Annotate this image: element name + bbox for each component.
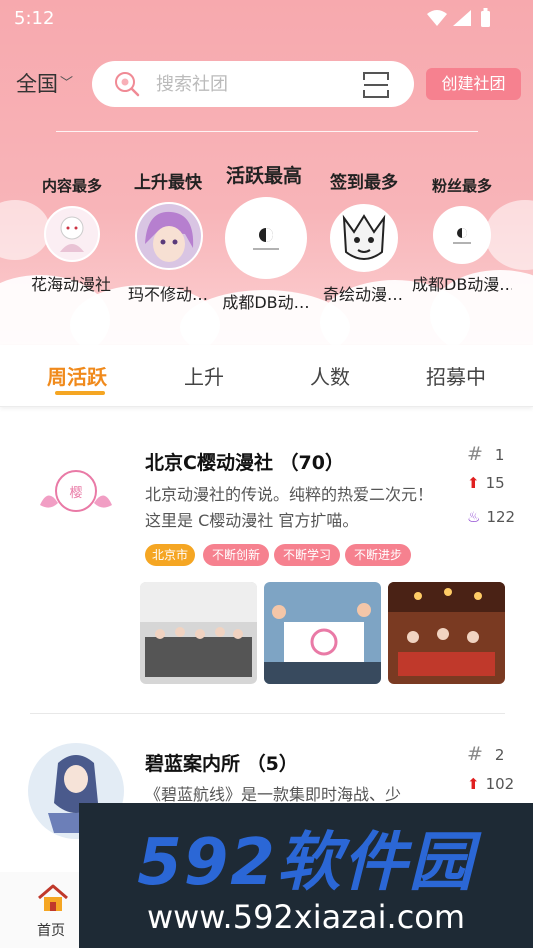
scan-icon[interactable] [363,72,389,98]
club-logo-icon [435,208,489,262]
ranking-title: 粉丝最多 [432,177,493,195]
signal-icon [453,10,471,26]
club-logo-icon [227,199,305,277]
create-club-button[interactable]: 创建社团 [426,68,521,100]
svg-text:樱: 樱 [69,485,82,501]
hash-icon: # [467,443,483,465]
ranking-avatar[interactable] [44,206,100,262]
ranking-club-name: 成都DB动漫… [412,275,512,294]
status-icons [427,8,490,27]
tag: 不断进步 [345,544,411,566]
tag-location: 北京市 [145,544,195,566]
tab-rising[interactable]: 上升 [184,361,224,390]
club-logo-icon [46,208,98,260]
ranking-club-name: 成都DB动… [222,293,310,312]
club-photo[interactable] [388,582,505,684]
watermark-overlay: 592软件园 www.592xiazai.com [79,803,533,948]
club-logo-icon: 樱 [28,445,124,541]
ranking-title: 签到最多 [330,173,398,193]
search-icon [115,72,140,97]
tag: 不断创新 [203,544,269,566]
club-rank: #2 [467,743,505,765]
tab-weekly-active[interactable]: 周活跃 [47,361,107,390]
cloud-decoration [0,200,50,260]
ranking-avatar[interactable] [135,202,203,270]
club-name[interactable]: 碧蓝案内所 （5） [145,749,298,776]
club-logo-icon [332,206,396,270]
club-rank: #1 [467,443,505,465]
active-tab-indicator [55,391,105,395]
tab-members[interactable]: 人数 [310,361,350,390]
club-name[interactable]: 北京C樱动漫社 （70） [145,448,344,475]
ranking-title: 活跃最高 [226,165,303,187]
status-time: 5:12 [14,8,55,29]
list-divider [30,713,505,714]
wifi-icon [427,10,447,26]
status-bar: 5:12 [0,0,533,36]
photo-image [140,582,257,684]
home-icon[interactable] [37,884,69,912]
fire-icon: ♨ [467,508,481,526]
watermark-url: www.592xiazai.com [146,898,466,936]
arrow-up-icon: ⬆ [467,775,480,793]
chevron-down-icon: ﹀ [60,76,74,91]
ranking-club-name: 玛不修动… [127,285,208,304]
region-selector[interactable]: 全国 ﹀ [16,68,73,98]
club-rise: ⬆ 15 [467,474,505,492]
tab-bar: 周活跃 上升 人数 招募中 [0,345,533,407]
ranking-avatar[interactable] [433,206,491,264]
ranking-club-name: 奇绘动漫… [322,285,403,304]
arrow-up-icon: ⬆ [467,474,480,492]
ranking-title: 上升最快 [134,173,202,193]
region-label: 全国 [16,72,58,96]
header-divider [56,131,478,132]
club-logo-icon [137,204,201,268]
nav-home-label[interactable]: 首页 [37,920,65,940]
photo-image [264,582,381,684]
club-heat: ♨ 122 [467,508,516,526]
search-input[interactable] [156,69,356,99]
battery-icon [481,11,490,27]
ranking-avatar[interactable] [225,197,307,279]
tag: 不断学习 [274,544,340,566]
club-photo[interactable] [264,582,381,684]
ranking-club-name: 花海动漫社 [30,275,111,294]
club-logo[interactable]: 樱 [28,445,124,541]
hash-icon: # [467,743,483,765]
club-description: 北京动漫社的传说。纯粹的热爱二次元！这里是 C樱动漫社 官方扩喵。 [145,485,434,530]
cloud-decoration [485,200,533,270]
club-photo[interactable] [140,582,257,684]
watermark-title: 592软件园 [137,826,475,900]
ranking-title: 内容最多 [42,177,103,195]
tab-recruiting[interactable]: 招募中 [426,361,486,390]
club-rise: ⬆ 102 [467,775,515,793]
search-bar[interactable] [92,61,414,107]
photo-image [388,582,505,684]
ranking-avatar[interactable] [330,204,398,272]
